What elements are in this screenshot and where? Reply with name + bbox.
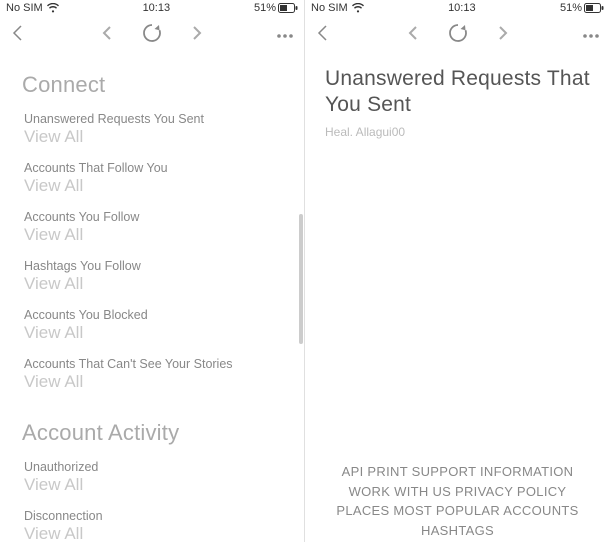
connect-heading: Connect [22, 72, 284, 98]
left-pane: No SIM 10:13 51% [0, 0, 305, 542]
view-all-link[interactable]: View All [24, 176, 284, 196]
nav-forward-icon[interactable] [191, 25, 203, 46]
battery-percent: 51% [254, 2, 276, 14]
item-title: Accounts You Follow [24, 210, 284, 224]
battery-icon [278, 3, 298, 13]
list-item: Unanswered Requests You Sent View All [20, 112, 284, 147]
wifi-icon [47, 3, 59, 13]
view-all-link[interactable]: View All [24, 225, 284, 245]
carrier-text: No SIM [6, 2, 43, 14]
time-text: 10:13 [143, 2, 171, 14]
item-title: Hashtags You Follow [24, 259, 284, 273]
time-text: 10:13 [448, 2, 476, 14]
item-title: Accounts You Blocked [24, 308, 284, 322]
list-item: Hashtags You Follow View All [20, 259, 284, 294]
scrollbar[interactable] [299, 214, 303, 344]
title-line2: You Sent [325, 93, 411, 116]
subtitle: Heal. Allagui00 [325, 125, 598, 139]
nav-forward-icon[interactable] [497, 25, 509, 46]
battery-percent: 51% [560, 2, 582, 14]
activity-heading: Account Activity [22, 420, 284, 446]
wifi-icon [352, 3, 364, 13]
left-content: Connect Unanswered Requests You Sent Vie… [0, 54, 304, 542]
title-line1: Unanswered Requests That [325, 67, 590, 90]
view-all-link[interactable]: View All [24, 274, 284, 294]
page-back-icon[interactable] [315, 24, 329, 47]
footer-line[interactable]: PLACES MOST POPULAR ACCOUNTS HASHTAGS [309, 501, 606, 540]
item-title: Unanswered Requests You Sent [24, 112, 284, 126]
list-item: Unauthorized View All [20, 460, 284, 495]
item-title: Disconnection [24, 509, 284, 523]
nav-bar [0, 16, 304, 54]
list-item: Accounts That Follow You View All [20, 161, 284, 196]
view-all-link[interactable]: View All [24, 127, 284, 147]
list-item: Accounts You Blocked View All [20, 308, 284, 343]
carrier-text: No SIM [311, 2, 348, 14]
list-item: Disconnection View All [20, 509, 284, 542]
item-title: Accounts That Follow You [24, 161, 284, 175]
more-icon[interactable] [276, 26, 294, 44]
right-pane: No SIM 10:13 51% [305, 0, 610, 542]
view-all-link[interactable]: View All [24, 372, 284, 392]
list-item: Accounts You Follow View All [20, 210, 284, 245]
item-title: Accounts That Can't See Your Stories [24, 357, 284, 371]
page-back-icon[interactable] [10, 24, 24, 47]
footer-line[interactable]: WORK WITH US PRIVACY POLICY [309, 482, 606, 502]
item-title: Unauthorized [24, 460, 284, 474]
status-bar: No SIM 10:13 51% [305, 0, 610, 16]
battery-icon [584, 3, 604, 13]
reload-icon[interactable] [447, 22, 469, 49]
view-all-link[interactable]: View All [24, 475, 284, 495]
nav-bar [305, 16, 610, 54]
nav-back-icon[interactable] [407, 25, 419, 46]
page-title: Unanswered Requests That You Sent [325, 66, 590, 119]
reload-icon[interactable] [141, 22, 163, 49]
status-bar: No SIM 10:13 51% [0, 0, 304, 16]
view-all-link[interactable]: View All [24, 323, 284, 343]
list-item: Accounts That Can't See Your Stories Vie… [20, 357, 284, 392]
nav-back-icon[interactable] [101, 25, 113, 46]
footer-links: API PRINT SUPPORT INFORMATION WORK WITH … [305, 456, 610, 542]
more-icon[interactable] [582, 26, 600, 44]
right-content: Unanswered Requests That You Sent Heal. … [305, 54, 610, 542]
footer-line[interactable]: API PRINT SUPPORT INFORMATION [309, 462, 606, 482]
view-all-link[interactable]: View All [24, 524, 284, 542]
